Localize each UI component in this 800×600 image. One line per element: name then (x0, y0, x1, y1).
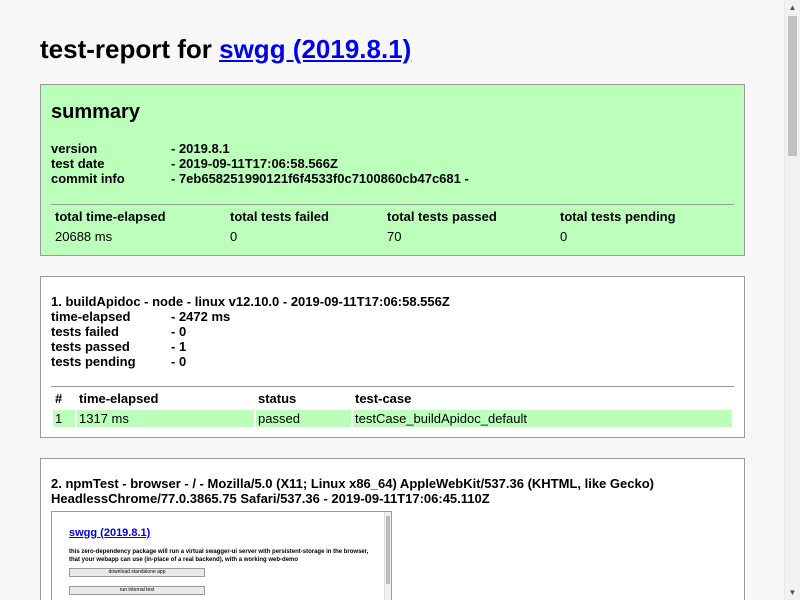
header-total-passed: total tests passed (387, 209, 497, 224)
test1-tests-passed: tests passed - 1 (51, 339, 186, 354)
screenshot-scrollbar (384, 512, 391, 600)
test1-passed-label: tests passed (51, 339, 130, 354)
test1-pending-value: - 0 (171, 354, 187, 369)
header-total-time: total time-elapsed (55, 209, 166, 224)
test1-failed-label: tests failed (51, 324, 119, 339)
summary-version: version - 2019.8.1 (51, 141, 230, 156)
summary-test-date-label: test date (51, 156, 105, 171)
test2-title-line1: 2. npmTest - browser - / - Mozilla/5.0 (… (51, 476, 654, 491)
summary-commit-value: - 7eb658251990121f6f4533f0c7100860cb47c6… (171, 171, 469, 186)
row-test-case: testCase_buildApidoc_default (353, 410, 732, 427)
test1-pending-label: tests pending (51, 354, 136, 369)
value-total-failed: 0 (230, 229, 238, 244)
row-index: 1 (53, 410, 75, 427)
test1-time-elapsed: time-elapsed - 2472 ms (51, 309, 230, 324)
summary-version-value: - 2019.8.1 (171, 141, 230, 156)
package-link[interactable]: swgg (2019.8.1) (219, 34, 411, 64)
screenshot-scroll-thumb (386, 516, 390, 584)
summary-test-date: test date - 2019-09-11T17:06:58.566Z (51, 156, 338, 171)
test1-tests-failed: tests failed - 0 (51, 324, 186, 339)
test1-time-value: - 2472 ms (171, 309, 231, 324)
header-index: # (55, 391, 63, 406)
summary-commit-info: commit info - 7eb658251990121f6f4533f0c71… (51, 171, 469, 186)
page-scrollbar[interactable]: ▲ ▼ (784, 0, 800, 600)
value-total-time: 20688 ms (55, 229, 113, 244)
test1-passed-value: - 1 (171, 339, 187, 354)
summary-heading: summary (51, 101, 140, 123)
browser-screenshot: swgg (2019.8.1) this zero-dependency pac… (51, 511, 392, 600)
test1-table: # time-elapsed status test-case 1 1317 m… (51, 387, 734, 429)
value-total-passed: 70 (387, 229, 402, 244)
header-total-pending: total tests pending (560, 209, 676, 224)
test1-title: 1. buildApidoc - node - linux v12.10.0 -… (51, 294, 450, 309)
row-status: passed (256, 410, 351, 427)
test1-failed-value: - 0 (171, 324, 187, 339)
header-test-case: test-case (355, 391, 412, 406)
header-status: status (258, 391, 297, 406)
scroll-thumb[interactable] (788, 16, 797, 156)
summary-version-label: version (51, 141, 98, 156)
summary-table-row: 20688 ms 0 70 0 (53, 228, 732, 245)
row-time-elapsed: 1317 ms (77, 410, 254, 427)
test1-table-header: # time-elapsed status test-case (53, 389, 732, 408)
report-page: test-report for swgg (2019.8.1) summary … (0, 0, 785, 600)
value-total-pending: 0 (560, 229, 568, 244)
title-prefix: test-report for (40, 34, 220, 64)
scroll-down-icon[interactable]: ▼ (788, 588, 797, 597)
summary-commit-label: commit info (51, 171, 125, 186)
header-total-failed: total tests failed (230, 209, 329, 224)
summary-table: total time-elapsed total tests failed to… (51, 205, 734, 247)
summary-test-date-value: - 2019-09-11T17:06:58.566Z (171, 156, 338, 171)
screenshot-title: swgg (2019.8.1) (69, 527, 151, 539)
scroll-up-icon[interactable]: ▲ (788, 3, 797, 12)
screenshot-description: this zero-dependency package will run a … (69, 549, 369, 563)
test2-title-line2: HeadlessChrome/77.0.3865.75 Safari/537.3… (51, 491, 490, 506)
test1-tests-pending: tests pending - 0 (51, 354, 186, 369)
test1-time-label: time-elapsed (51, 309, 131, 324)
header-time-elapsed: time-elapsed (79, 391, 159, 406)
screenshot-test-button: run internal test (69, 586, 205, 595)
summary-table-header: total time-elapsed total tests failed to… (53, 207, 732, 226)
page-title: test-report for swgg (2019.8.1) (40, 34, 411, 65)
table-row: 1 1317 ms passed testCase_buildApidoc_de… (53, 410, 732, 427)
screenshot-download-button: download standalone app (69, 568, 205, 577)
